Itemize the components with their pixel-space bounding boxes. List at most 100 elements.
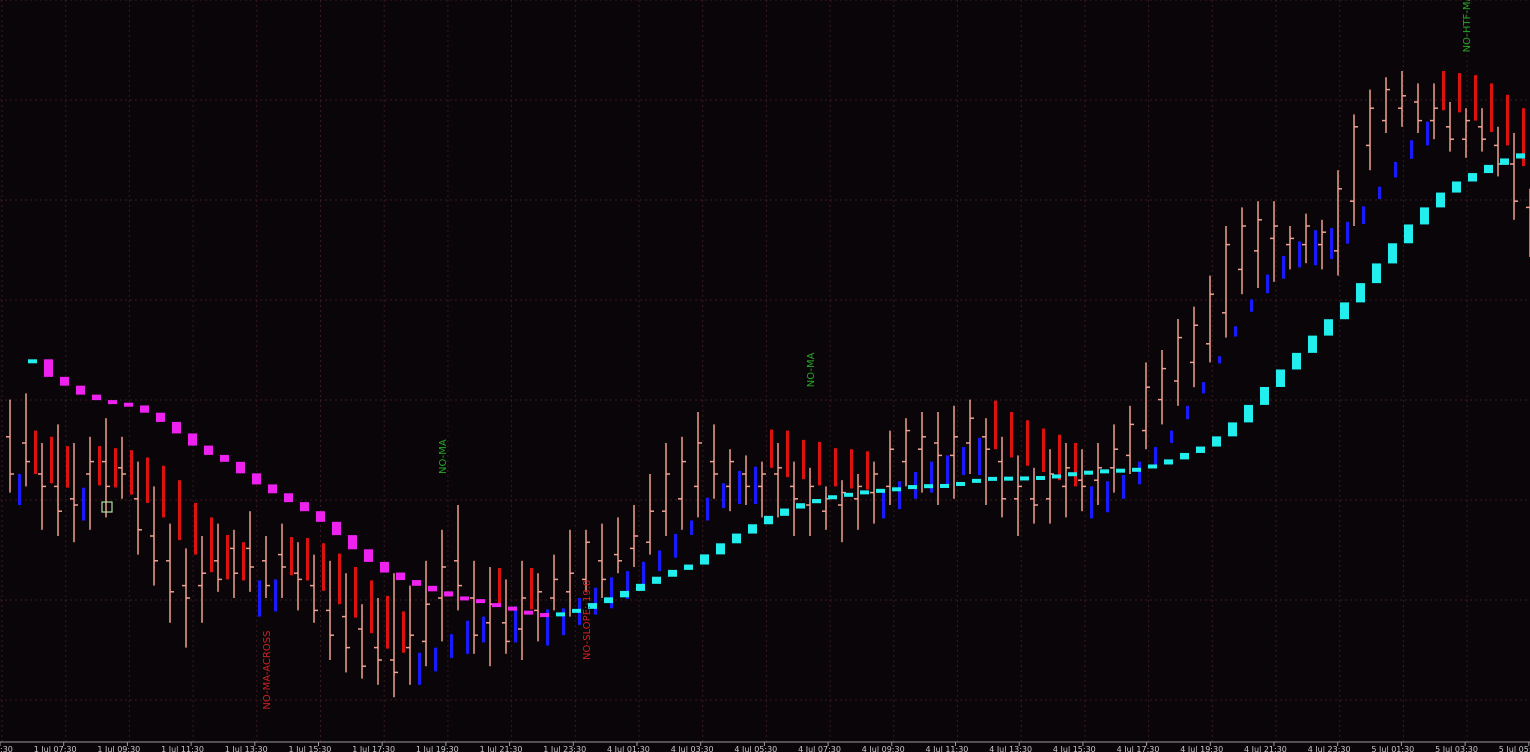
ma-bar <box>1138 461 1141 485</box>
ma-bar <box>866 451 869 490</box>
htf-bar <box>284 493 293 503</box>
ma-bar <box>274 579 277 612</box>
htf-bar <box>540 613 549 618</box>
htf-bar <box>1324 319 1333 336</box>
x-tick-label: 4 Jul 13:30 <box>989 745 1032 752</box>
htf-bar <box>780 508 789 516</box>
ma-bar <box>1042 428 1045 472</box>
htf-bar <box>1484 164 1493 174</box>
signal-label: NO-HTF-MA:H <box>1462 0 1473 52</box>
ma-bar <box>1314 230 1317 266</box>
signal-label: NO-MA <box>438 439 449 474</box>
ma-bar <box>1298 241 1301 268</box>
htf-bar <box>908 485 917 490</box>
htf-bar <box>444 591 453 597</box>
htf-bar <box>556 612 565 617</box>
htf-bar <box>380 561 389 573</box>
ma-bar <box>610 577 613 609</box>
htf-bar <box>1372 263 1381 284</box>
ma-bar <box>290 537 293 576</box>
ma-bar <box>1250 299 1253 312</box>
ma-bar <box>946 455 949 485</box>
ma-bar <box>834 448 837 487</box>
htf-bar <box>76 385 85 395</box>
ma-bar <box>402 611 405 653</box>
htf-bar <box>252 473 261 485</box>
htf-bar <box>460 596 469 601</box>
htf-bar <box>636 583 645 591</box>
ma-bar <box>338 553 341 605</box>
htf-bar <box>652 576 661 584</box>
htf-bar <box>604 597 613 604</box>
ma-bar <box>786 430 789 478</box>
signal-label: NO-MA-ACROSS <box>262 631 273 710</box>
x-tick-label: 1 Jul 13:30 <box>225 745 268 752</box>
ma-bar <box>722 483 725 509</box>
htf-bar <box>476 599 485 604</box>
htf-bar <box>748 524 757 534</box>
ma-bar <box>706 497 709 521</box>
htf-bar <box>28 359 37 364</box>
htf-bar <box>1276 369 1285 387</box>
ma-bar <box>1474 75 1477 121</box>
x-tick-label: 4 Jul 07:30 <box>798 745 841 752</box>
x-tick-label: 5 Jul 03:30 <box>1435 745 1478 752</box>
htf-bar <box>300 502 309 512</box>
ma-bar <box>642 561 645 588</box>
x-tick-label: 1 Jul 17:30 <box>352 745 395 752</box>
htf-bar <box>204 445 213 455</box>
ma-bar <box>98 446 101 486</box>
x-tick-label: 4 Jul 17:30 <box>1117 745 1160 752</box>
htf-bar <box>220 454 229 462</box>
htf-bar <box>1196 446 1205 453</box>
htf-bar <box>140 405 149 413</box>
htf-bar <box>268 484 277 494</box>
ma-bar <box>1106 481 1109 513</box>
ma-bar <box>1234 326 1237 337</box>
htf-bar <box>812 499 821 504</box>
ma-bar <box>962 447 965 476</box>
chart-canvas: NO-MA-ACROSS NO-MA NO-SLOPE:-19.0 NO-MA NO-H… <box>0 0 1530 752</box>
ma-bar <box>1170 430 1173 443</box>
htf-bar <box>1132 467 1141 472</box>
ma-bar <box>1394 161 1397 178</box>
htf-bar <box>1244 404 1253 423</box>
htf-bar <box>1148 464 1157 469</box>
htf-bar <box>684 564 693 570</box>
htf-bar <box>508 606 517 611</box>
htf-bar <box>1068 472 1077 477</box>
htf-bar <box>108 400 117 405</box>
htf-bar <box>1020 476 1029 481</box>
htf-bar <box>1052 474 1061 479</box>
htf-bar <box>1388 243 1397 264</box>
htf-bar <box>892 487 901 492</box>
htf-bar <box>1420 207 1429 225</box>
ma-bar <box>354 567 357 618</box>
ma-bar <box>978 437 981 476</box>
ma-bar <box>1410 140 1413 159</box>
ma-bar <box>738 470 741 504</box>
ma-bar <box>1426 121 1429 146</box>
htf-bar <box>1116 468 1125 473</box>
signal-label: NO-MA <box>806 352 817 387</box>
htf-bar <box>1004 476 1013 481</box>
htf-bar <box>156 412 165 422</box>
ma-bar <box>882 489 885 519</box>
ma-bar <box>1074 443 1077 487</box>
ma-bar <box>498 568 501 607</box>
htf-bar <box>1468 173 1477 182</box>
htf-bar <box>44 359 53 377</box>
htf-bar <box>1308 335 1317 353</box>
htf-bar <box>348 535 357 550</box>
htf-bar <box>124 402 133 407</box>
htf-bar <box>988 476 997 481</box>
ma-bar <box>322 543 325 591</box>
ma-bar <box>386 595 389 649</box>
ma-bar <box>242 542 245 581</box>
htf-bar <box>860 490 869 495</box>
htf-bar <box>828 495 837 500</box>
x-tick-label: 1 Jul 15:30 <box>289 745 332 752</box>
x-tick-label: 1 Jul 09:30 <box>97 745 140 752</box>
ma-bar <box>82 487 85 521</box>
htf-bar <box>92 394 101 401</box>
